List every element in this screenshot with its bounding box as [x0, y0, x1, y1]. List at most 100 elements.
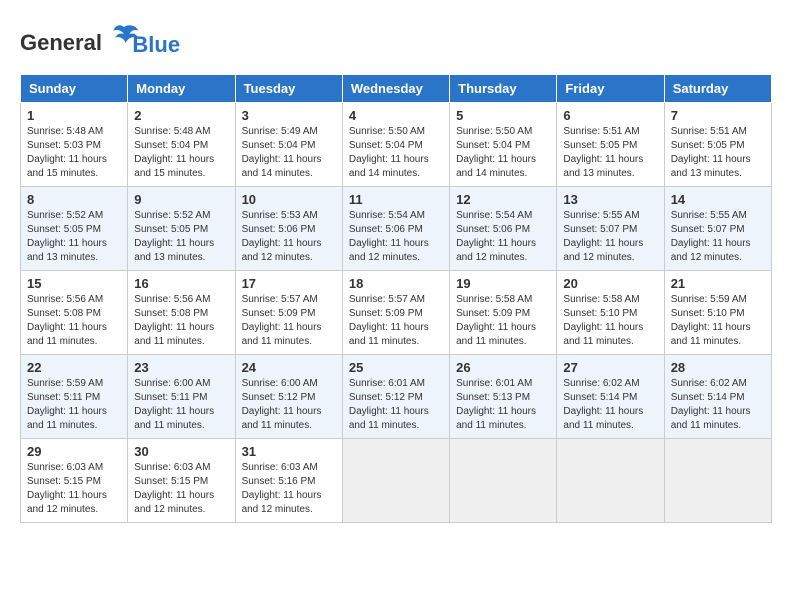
day-info: Sunrise: 5:49 AMSunset: 5:04 PMDaylight:…: [242, 125, 336, 181]
day-number: 24: [242, 360, 336, 375]
calendar-day-cell: 27Sunrise: 6:02 AMSunset: 5:14 PMDayligh…: [557, 355, 664, 439]
day-number: 26: [456, 360, 550, 375]
empty-cell: [342, 439, 449, 523]
day-number: 3: [242, 108, 336, 123]
calendar-day-cell: 18 Sunrise: 5:57 AMSunset: 5:09 PMDayligh…: [342, 271, 449, 355]
day-number: 7: [671, 108, 765, 123]
calendar-day-cell: 1Sunrise: 5:48 AMSunset: 5:03 PMDaylight…: [21, 103, 128, 187]
weekday-header: Thursday: [450, 75, 557, 103]
day-info: Sunrise: 6:03 AMSunset: 5:16 PMDaylight:…: [242, 461, 336, 517]
day-number: 17: [242, 276, 336, 291]
calendar-day-cell: 20 Sunrise: 5:58 AMSunset: 5:10 PMDayligh…: [557, 271, 664, 355]
day-number: 31: [242, 444, 336, 459]
calendar-week-row: 8 Sunrise: 5:52 AMSunset: 5:05 PMDaylight…: [21, 187, 772, 271]
calendar-day-cell: 16 Sunrise: 5:56 AMSunset: 5:08 PMDayligh…: [128, 271, 235, 355]
calendar-day-cell: 25 Sunrise: 6:01 AMSunset: 5:12 PMDayligh…: [342, 355, 449, 439]
day-number: 4: [349, 108, 443, 123]
calendar-day-cell: 6Sunrise: 5:51 AMSunset: 5:05 PMDaylight…: [557, 103, 664, 187]
day-number: 13: [563, 192, 657, 207]
calendar-day-cell: 21 Sunrise: 5:59 AMSunset: 5:10 PMDayligh…: [664, 271, 771, 355]
calendar-day-cell: 19 Sunrise: 5:58 AMSunset: 5:09 PMDayligh…: [450, 271, 557, 355]
calendar-day-cell: 8 Sunrise: 5:52 AMSunset: 5:05 PMDaylight…: [21, 187, 128, 271]
day-info: Sunrise: 6:01 AMSunset: 5:12 PMDaylight:…: [349, 377, 443, 433]
day-number: 5: [456, 108, 550, 123]
day-number: 9: [134, 192, 228, 207]
weekday-header: Saturday: [664, 75, 771, 103]
calendar-day-cell: 14 Sunrise: 5:55 AMSunset: 5:07 PMDayligh…: [664, 187, 771, 271]
day-number: 18: [349, 276, 443, 291]
day-info: Sunrise: 6:03 AMSunset: 5:15 PMDaylight:…: [27, 461, 121, 517]
day-number: 20: [563, 276, 657, 291]
day-number: 27: [563, 360, 657, 375]
weekday-header: Monday: [128, 75, 235, 103]
day-number: 11: [349, 192, 443, 207]
day-info: Sunrise: 5:51 AMSunset: 5:05 PMDaylight:…: [671, 125, 765, 181]
logo-general: General: [20, 30, 102, 55]
calendar-day-cell: 3 Sunrise: 5:49 AMSunset: 5:04 PMDaylight…: [235, 103, 342, 187]
day-number: 29: [27, 444, 121, 459]
day-number: 19: [456, 276, 550, 291]
calendar-table: SundayMondayTuesdayWednesdayThursdayFrid…: [20, 74, 772, 523]
calendar-day-cell: 10 Sunrise: 5:53 AMSunset: 5:06 PMDayligh…: [235, 187, 342, 271]
calendar-week-row: 1Sunrise: 5:48 AMSunset: 5:03 PMDaylight…: [21, 103, 772, 187]
day-info: Sunrise: 6:00 AMSunset: 5:12 PMDaylight:…: [242, 377, 336, 433]
day-info: Sunrise: 5:58 AMSunset: 5:10 PMDaylight:…: [563, 293, 657, 349]
calendar-day-cell: 30Sunrise: 6:03 AMSunset: 5:15 PMDayligh…: [128, 439, 235, 523]
day-info: Sunrise: 5:55 AMSunset: 5:07 PMDaylight:…: [671, 209, 765, 265]
calendar-day-cell: 31 Sunrise: 6:03 AMSunset: 5:16 PMDayligh…: [235, 439, 342, 523]
day-info: Sunrise: 6:03 AMSunset: 5:15 PMDaylight:…: [134, 461, 228, 517]
day-info: Sunrise: 5:52 AMSunset: 5:05 PMDaylight:…: [27, 209, 121, 265]
day-info: Sunrise: 5:57 AMSunset: 5:09 PMDaylight:…: [242, 293, 336, 349]
day-number: 28: [671, 360, 765, 375]
calendar-day-cell: 5 Sunrise: 5:50 AMSunset: 5:04 PMDaylight…: [450, 103, 557, 187]
calendar-week-row: 15 Sunrise: 5:56 AMSunset: 5:08 PMDayligh…: [21, 271, 772, 355]
weekday-header: Sunday: [21, 75, 128, 103]
day-number: 21: [671, 276, 765, 291]
day-info: Sunrise: 6:00 AMSunset: 5:11 PMDaylight:…: [134, 377, 228, 433]
day-info: Sunrise: 5:53 AMSunset: 5:06 PMDaylight:…: [242, 209, 336, 265]
empty-cell: [557, 439, 664, 523]
day-number: 14: [671, 192, 765, 207]
calendar-day-cell: 4 Sunrise: 5:50 AMSunset: 5:04 PMDaylight…: [342, 103, 449, 187]
day-number: 10: [242, 192, 336, 207]
day-info: Sunrise: 5:50 AMSunset: 5:04 PMDaylight:…: [349, 125, 443, 181]
logo-blue: Blue: [132, 32, 180, 58]
calendar-day-cell: 26 Sunrise: 6:01 AMSunset: 5:13 PMDayligh…: [450, 355, 557, 439]
calendar-day-cell: 29 Sunrise: 6:03 AMSunset: 5:15 PMDayligh…: [21, 439, 128, 523]
day-info: Sunrise: 5:54 AMSunset: 5:06 PMDaylight:…: [349, 209, 443, 265]
calendar-day-cell: 12Sunrise: 5:54 AMSunset: 5:06 PMDayligh…: [450, 187, 557, 271]
page-header: General Blue: [20, 20, 772, 58]
calendar-day-cell: 11 Sunrise: 5:54 AMSunset: 5:06 PMDayligh…: [342, 187, 449, 271]
calendar-day-cell: 15 Sunrise: 5:56 AMSunset: 5:08 PMDayligh…: [21, 271, 128, 355]
day-info: Sunrise: 6:02 AMSunset: 5:14 PMDaylight:…: [671, 377, 765, 433]
day-info: Sunrise: 5:56 AMSunset: 5:08 PMDaylight:…: [27, 293, 121, 349]
day-info: Sunrise: 5:48 AMSunset: 5:04 PMDaylight:…: [134, 125, 228, 181]
logo: General Blue: [20, 20, 180, 58]
day-number: 12: [456, 192, 550, 207]
day-number: 16: [134, 276, 228, 291]
day-info: Sunrise: 5:59 AMSunset: 5:11 PMDaylight:…: [27, 377, 121, 433]
day-info: Sunrise: 5:58 AMSunset: 5:09 PMDaylight:…: [456, 293, 550, 349]
day-info: Sunrise: 5:59 AMSunset: 5:10 PMDaylight:…: [671, 293, 765, 349]
empty-cell: [664, 439, 771, 523]
calendar-week-row: 29 Sunrise: 6:03 AMSunset: 5:15 PMDayligh…: [21, 439, 772, 523]
calendar-day-cell: 23Sunrise: 6:00 AMSunset: 5:11 PMDayligh…: [128, 355, 235, 439]
day-info: Sunrise: 5:50 AMSunset: 5:04 PMDaylight:…: [456, 125, 550, 181]
empty-cell: [450, 439, 557, 523]
calendar-day-cell: 24 Sunrise: 6:00 AMSunset: 5:12 PMDayligh…: [235, 355, 342, 439]
day-info: Sunrise: 5:57 AMSunset: 5:09 PMDaylight:…: [349, 293, 443, 349]
day-number: 25: [349, 360, 443, 375]
calendar-week-row: 22Sunrise: 5:59 AMSunset: 5:11 PMDayligh…: [21, 355, 772, 439]
day-info: Sunrise: 5:52 AMSunset: 5:05 PMDaylight:…: [134, 209, 228, 265]
calendar-day-cell: 9 Sunrise: 5:52 AMSunset: 5:05 PMDaylight…: [128, 187, 235, 271]
day-number: 8: [27, 192, 121, 207]
calendar-day-cell: 7 Sunrise: 5:51 AMSunset: 5:05 PMDaylight…: [664, 103, 771, 187]
day-info: Sunrise: 5:51 AMSunset: 5:05 PMDaylight:…: [563, 125, 657, 181]
day-info: Sunrise: 5:56 AMSunset: 5:08 PMDaylight:…: [134, 293, 228, 349]
calendar-day-cell: 13 Sunrise: 5:55 AMSunset: 5:07 PMDayligh…: [557, 187, 664, 271]
calendar-day-cell: 28 Sunrise: 6:02 AMSunset: 5:14 PMDayligh…: [664, 355, 771, 439]
day-info: Sunrise: 5:48 AMSunset: 5:03 PMDaylight:…: [27, 125, 121, 181]
day-info: Sunrise: 5:55 AMSunset: 5:07 PMDaylight:…: [563, 209, 657, 265]
day-number: 15: [27, 276, 121, 291]
day-info: Sunrise: 6:01 AMSunset: 5:13 PMDaylight:…: [456, 377, 550, 433]
